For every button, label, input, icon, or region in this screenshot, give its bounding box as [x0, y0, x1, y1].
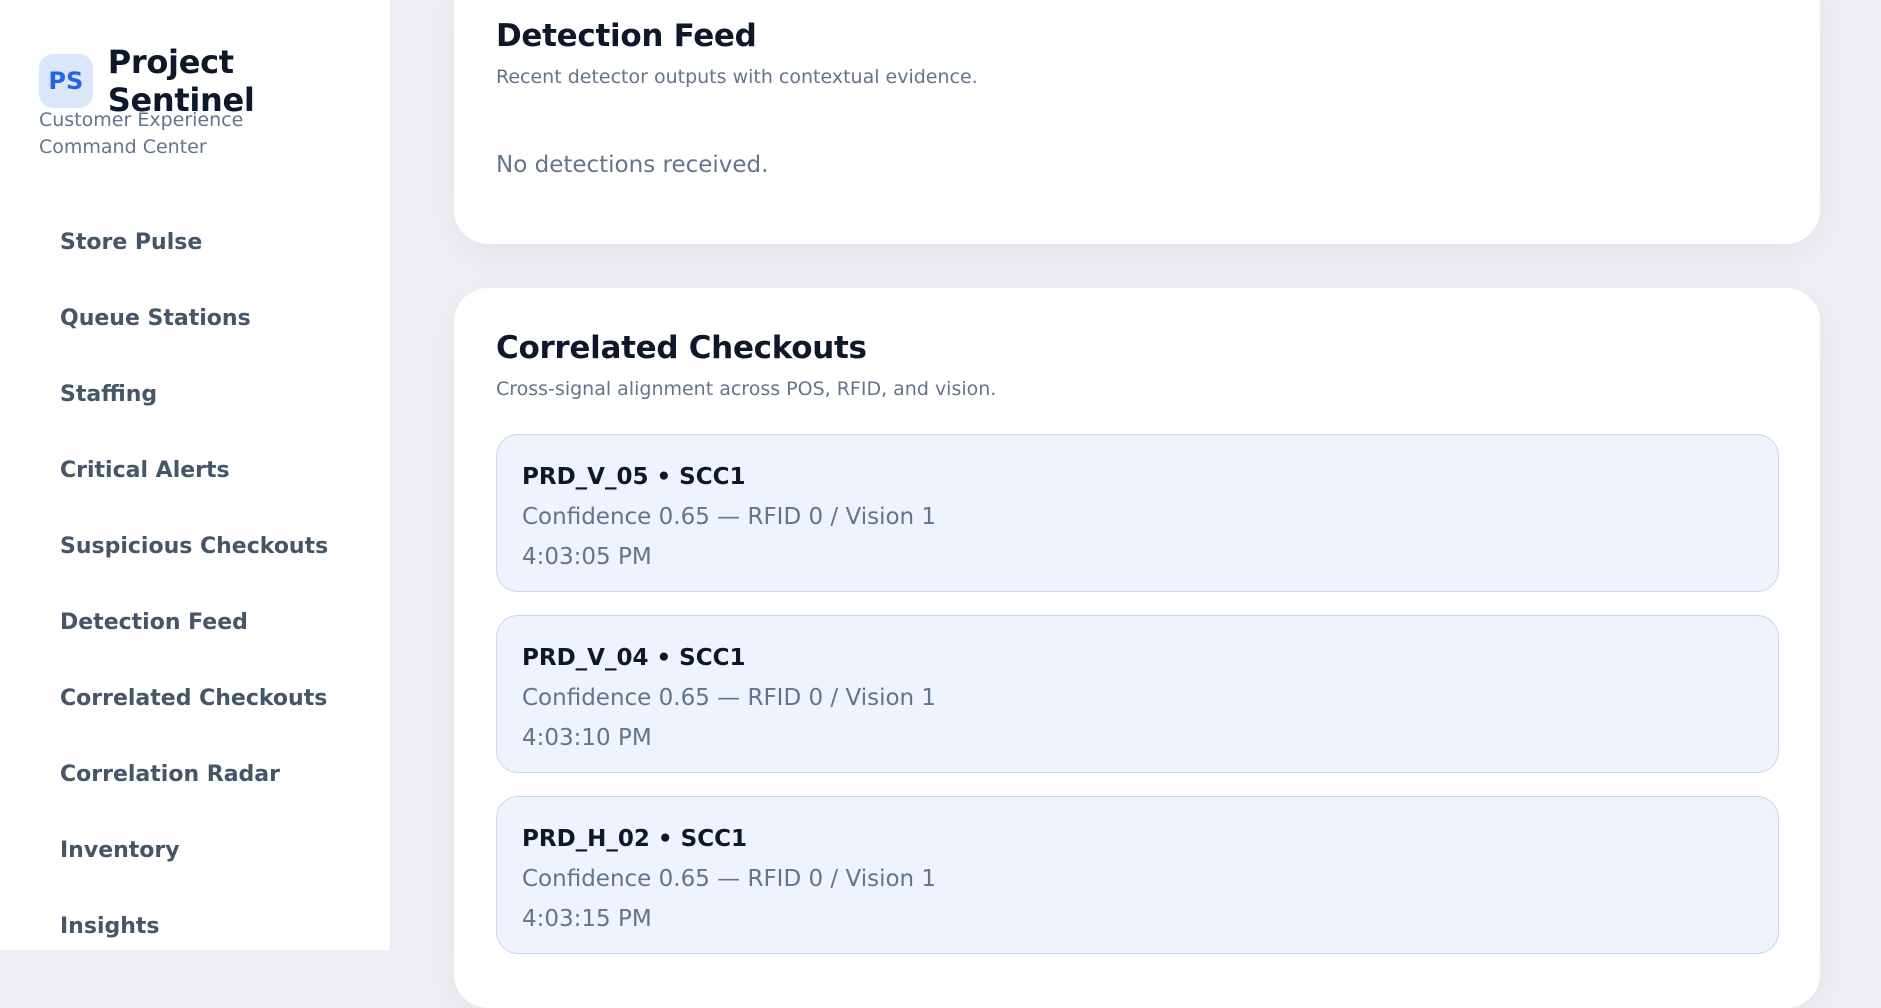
sidebar-item-suspicious-checkouts[interactable]: Suspicious Checkouts — [42, 508, 362, 584]
list-item[interactable]: PRD_H_02 • SCC1 Confidence 0.65 — RFID 0… — [496, 796, 1779, 954]
sidebar-item-inventory[interactable]: Inventory — [42, 812, 362, 888]
detection-feed-empty-message: No detections received. — [496, 152, 769, 178]
checkout-timestamp: 4:03:15 PM — [522, 906, 652, 932]
checkout-timestamp: 4:03:05 PM — [522, 544, 652, 570]
logo: PS — [39, 54, 93, 108]
main-content: Detection Feed Recent detector outputs w… — [391, 0, 1881, 1008]
sidebar-item-correlation-radar[interactable]: Correlation Radar — [42, 736, 362, 812]
sidebar-item-staffing[interactable]: Staffing — [42, 356, 362, 432]
sidebar-item-correlated-checkouts[interactable]: Correlated Checkouts — [42, 660, 362, 736]
correlated-checkouts-card: Correlated Checkouts Cross-signal alignm… — [454, 288, 1820, 1008]
sidebar-item-critical-alerts[interactable]: Critical Alerts — [42, 432, 362, 508]
sidebar-item-store-pulse[interactable]: Store Pulse — [42, 204, 362, 280]
correlated-checkouts-subtitle: Cross-signal alignment across POS, RFID,… — [496, 378, 997, 400]
sidebar-nav: Store Pulse Queue Stations Staffing Crit… — [42, 204, 362, 964]
sidebar-item-detection-feed[interactable]: Detection Feed — [42, 584, 362, 660]
list-item[interactable]: PRD_V_04 • SCC1 Confidence 0.65 — RFID 0… — [496, 615, 1779, 773]
checkout-product-station: PRD_V_05 • SCC1 — [522, 464, 746, 490]
sidebar: PS Project Sentinel Customer Experience … — [0, 0, 391, 950]
checkout-confidence: Confidence 0.65 — RFID 0 / Vision 1 — [522, 504, 937, 530]
checkout-product-station: PRD_V_04 • SCC1 — [522, 645, 746, 671]
checkout-confidence: Confidence 0.65 — RFID 0 / Vision 1 — [522, 866, 937, 892]
app-subtitle: Customer Experience Command Center — [39, 109, 244, 158]
checkout-confidence: Confidence 0.65 — RFID 0 / Vision 1 — [522, 685, 937, 711]
correlated-checkouts-list: PRD_V_05 • SCC1 Confidence 0.65 — RFID 0… — [496, 434, 1779, 977]
checkout-timestamp: 4:03:10 PM — [522, 725, 652, 751]
list-item[interactable]: PRD_V_05 • SCC1 Confidence 0.65 — RFID 0… — [496, 434, 1779, 592]
sidebar-item-insights[interactable]: Insights — [42, 888, 362, 964]
detection-feed-subtitle: Recent detector outputs with contextual … — [496, 66, 978, 88]
detection-feed-card: Detection Feed Recent detector outputs w… — [454, 0, 1820, 244]
checkout-product-station: PRD_H_02 • SCC1 — [522, 826, 747, 852]
correlated-checkouts-title: Correlated Checkouts — [496, 330, 867, 366]
sidebar-item-queue-stations[interactable]: Queue Stations — [42, 280, 362, 356]
detection-feed-title: Detection Feed — [496, 18, 757, 54]
